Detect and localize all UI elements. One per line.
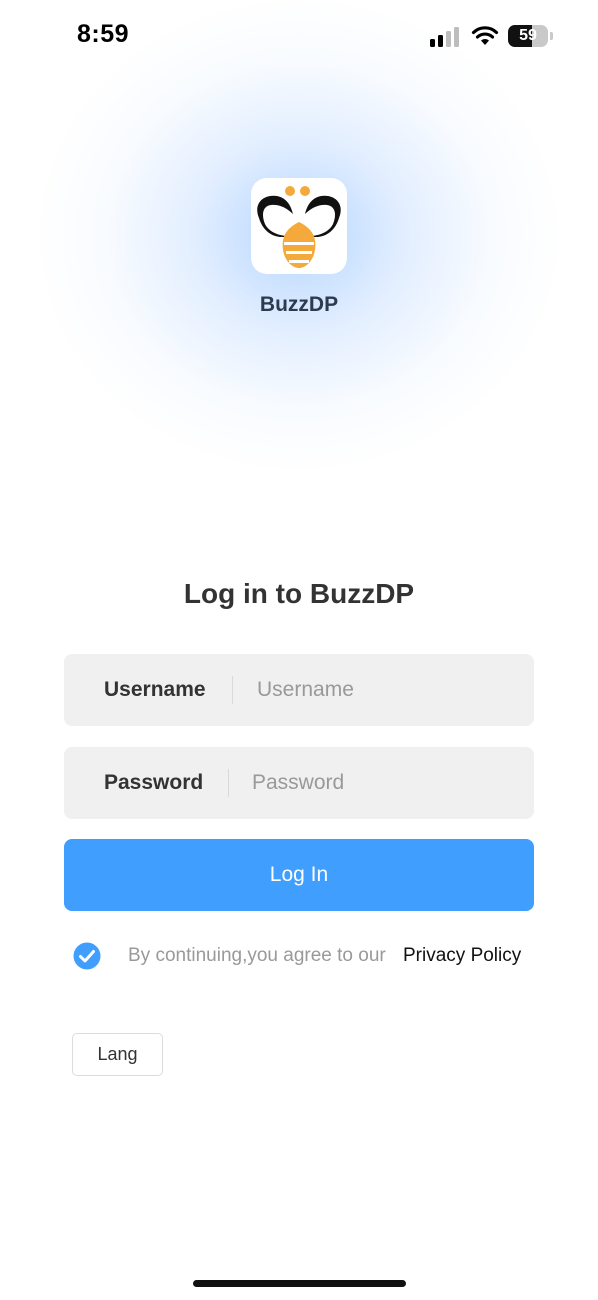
field-divider — [228, 769, 229, 797]
username-field[interactable]: Username — [64, 654, 534, 726]
lang-button[interactable]: Lang — [72, 1033, 163, 1076]
wifi-icon — [471, 26, 499, 45]
bee-logo-icon — [251, 178, 347, 274]
login-title: Log in to BuzzDP — [183, 578, 415, 609]
status-bar: 8:59 59 — [0, 0, 598, 72]
password-field[interactable]: Password — [64, 747, 534, 819]
signal-icon — [430, 27, 459, 47]
field-divider — [232, 676, 233, 704]
battery-icon: 59 — [508, 25, 554, 47]
agreement-text: By continuing,you agree to our — [128, 945, 386, 966]
password-label: Password — [104, 771, 204, 794]
battery-body: 59 — [508, 25, 548, 47]
privacy-policy-link[interactable]: Privacy Policy — [403, 940, 521, 972]
app-name: BuzzDP — [259, 293, 339, 316]
username-input[interactable] — [257, 654, 517, 726]
checkbox-checked-icon[interactable] — [73, 942, 101, 970]
login-button[interactable]: Log In — [64, 839, 534, 911]
password-input[interactable] — [252, 747, 517, 819]
username-label: Username — [104, 678, 206, 701]
battery-level: 59 — [519, 27, 537, 44]
status-time: 8:59 — [77, 20, 130, 48]
home-indicator[interactable] — [193, 1280, 406, 1287]
battery-cap — [550, 32, 553, 40]
agreement-row: By continuing,you agree to our Privacy P… — [73, 940, 543, 972]
